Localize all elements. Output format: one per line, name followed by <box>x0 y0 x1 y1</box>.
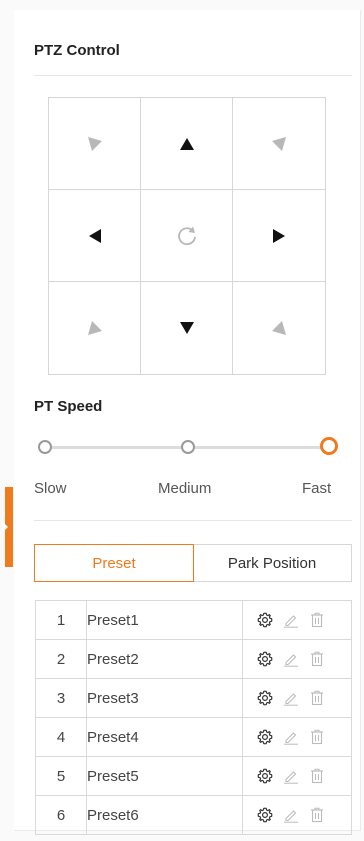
pan-left-button[interactable] <box>49 190 141 282</box>
preset-actions <box>242 756 352 796</box>
panel-header: PTZ Control <box>34 30 352 76</box>
preset-name: Preset5 <box>86 756 243 796</box>
preset-number: 1 <box>35 600 87 640</box>
tab-park-position[interactable]: Park Position <box>193 545 351 581</box>
gear-icon[interactable] <box>257 768 273 784</box>
preset-number: 6 <box>35 795 87 835</box>
table-row[interactable]: 1 Preset1 <box>35 600 352 640</box>
arrow-down-right-icon <box>272 321 286 335</box>
trash-icon[interactable] <box>309 651 325 667</box>
trash-icon[interactable] <box>309 729 325 745</box>
speed-slow-stop[interactable] <box>38 440 52 454</box>
pan-up-left-button[interactable] <box>49 98 141 190</box>
trash-icon[interactable] <box>309 690 325 706</box>
reset-icon <box>177 226 196 245</box>
preset-actions <box>242 639 352 679</box>
arrow-down-left-icon <box>87 321 102 335</box>
trash-icon[interactable] <box>309 768 325 784</box>
edit-icon[interactable] <box>283 690 299 706</box>
preset-actions <box>242 717 352 757</box>
edit-icon[interactable] <box>283 612 299 628</box>
arrow-up-icon <box>179 137 194 150</box>
arrow-left-icon <box>88 228 101 243</box>
preset-name: Preset4 <box>86 717 243 757</box>
preset-number: 2 <box>35 639 87 679</box>
speed-label-fast: Fast <box>302 480 332 497</box>
preset-tabs: Preset Park Position <box>34 544 352 582</box>
edit-icon[interactable] <box>283 651 299 667</box>
speed-fast-stop[interactable] <box>320 437 338 455</box>
preset-name: Preset3 <box>86 678 243 718</box>
table-row[interactable]: 2 Preset2 <box>35 639 352 679</box>
table-row[interactable]: 5 Preset5 <box>35 756 352 796</box>
arrow-up-left-icon <box>87 136 102 151</box>
chevron-right-icon <box>2 521 8 533</box>
gear-icon[interactable] <box>257 690 273 706</box>
ptz-panel: PTZ Control PT Speed Slow Medium Fast Pr… <box>14 10 361 835</box>
preset-table: 1 Preset1 2 Preset2 3 Preset3 4 Preset4 … <box>35 600 352 835</box>
direction-pad <box>48 97 326 375</box>
table-row[interactable]: 6 Preset6 <box>35 795 352 835</box>
pan-up-right-button[interactable] <box>233 98 325 190</box>
edit-icon[interactable] <box>283 768 299 784</box>
preset-actions <box>242 795 352 835</box>
side-panel-toggle[interactable] <box>0 487 14 567</box>
speed-slider[interactable] <box>36 437 342 458</box>
page-title: PTZ Control <box>34 42 120 59</box>
table-row[interactable]: 4 Preset4 <box>35 717 352 757</box>
reset-position-button[interactable] <box>141 190 233 282</box>
speed-label-slow: Slow <box>34 480 67 497</box>
speed-medium-stop[interactable] <box>181 440 195 454</box>
edit-icon[interactable] <box>283 807 299 823</box>
tab-preset[interactable]: Preset <box>34 544 194 582</box>
pan-down-left-button[interactable] <box>49 282 141 374</box>
preset-actions <box>242 678 352 718</box>
preset-name: Preset6 <box>86 795 243 835</box>
gear-icon[interactable] <box>257 807 273 823</box>
arrow-right-icon <box>273 228 285 243</box>
preset-name: Preset2 <box>86 639 243 679</box>
trash-icon[interactable] <box>309 612 325 628</box>
speed-label: PT Speed <box>34 398 103 415</box>
speed-label-medium: Medium <box>158 480 212 497</box>
preset-number: 5 <box>35 756 87 796</box>
divider <box>34 520 352 521</box>
gear-icon[interactable] <box>257 612 273 628</box>
preset-name: Preset1 <box>86 600 243 640</box>
arrow-down-icon <box>179 322 194 334</box>
edit-icon[interactable] <box>283 729 299 745</box>
tilt-down-button[interactable] <box>141 282 233 374</box>
gear-icon[interactable] <box>257 651 273 667</box>
arrow-up-right-icon <box>272 136 286 151</box>
tilt-up-button[interactable] <box>141 98 233 190</box>
pan-right-button[interactable] <box>233 190 325 282</box>
pan-down-right-button[interactable] <box>233 282 325 374</box>
table-row[interactable]: 3 Preset3 <box>35 678 352 718</box>
gear-icon[interactable] <box>257 729 273 745</box>
trash-icon[interactable] <box>309 807 325 823</box>
preset-number: 3 <box>35 678 87 718</box>
preset-actions <box>242 600 352 640</box>
preset-number: 4 <box>35 717 87 757</box>
